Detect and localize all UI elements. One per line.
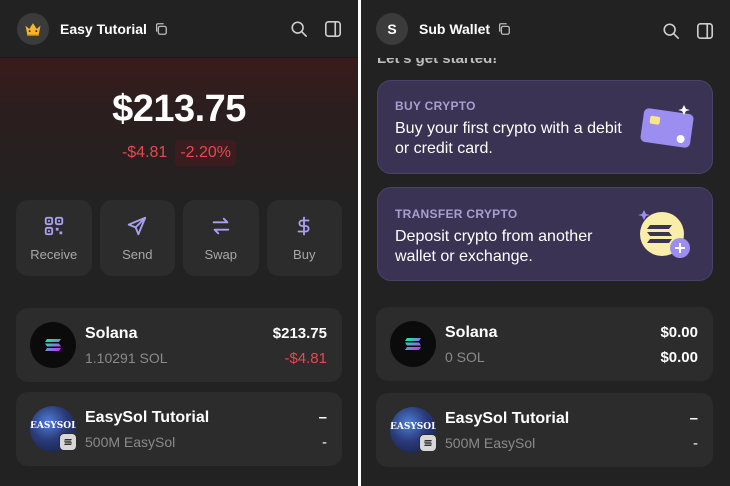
credit-card-icon	[640, 105, 694, 148]
wallet-panel-left: Easy Tutorial $213.75 -$4.81 -2.20% Rece…	[0, 0, 358, 486]
easysol-logo-text: EASYSOL	[30, 421, 76, 431]
send-icon	[128, 216, 147, 235]
promo-label: TRANSFER CRYPTO	[395, 207, 518, 221]
total-balance: $213.75	[112, 88, 246, 130]
balance-glow	[0, 58, 358, 208]
search-icon[interactable]	[290, 20, 308, 38]
token-change: $0.00	[660, 349, 698, 366]
balance-change: -$4.81 -2.20%	[0, 140, 358, 166]
receive-label: Receive	[30, 246, 78, 262]
qr-code-icon	[44, 216, 63, 235]
account-name[interactable]: Easy Tutorial	[60, 21, 147, 37]
token-name: EasySol Tutorial	[445, 410, 570, 427]
token-row-easysol[interactable]: EASYSOL EasySol Tutorial 500M EasySol – …	[16, 392, 342, 466]
solana-badge-icon	[419, 434, 437, 452]
token-change: -	[693, 435, 698, 452]
header: Easy Tutorial	[0, 0, 358, 58]
change-value: -$4.81	[121, 144, 168, 161]
sidebar-toggle-icon[interactable]	[696, 22, 714, 40]
buy-label: Buy	[293, 246, 316, 262]
token-row-solana[interactable]: Solana 0 SOL $0.00 $0.00	[376, 307, 713, 381]
promo-label: BUY CRYPTO	[395, 99, 476, 113]
token-value: –	[318, 409, 327, 426]
token-row-solana[interactable]: Solana 1.10291 SOL $213.75 -$4.81	[16, 308, 342, 382]
copy-icon[interactable]	[154, 22, 168, 36]
sidebar-toggle-icon[interactable]	[324, 20, 342, 38]
token-change: -	[322, 434, 327, 451]
account-avatar[interactable]: S	[376, 13, 408, 45]
token-value: –	[689, 410, 698, 427]
send-label: Send	[122, 246, 153, 262]
token-amount: 1.10291 SOL	[85, 350, 168, 366]
account-avatar[interactable]	[17, 12, 49, 45]
action-bar: Receive Send Swap Buy	[16, 200, 342, 276]
token-change: -$4.81	[284, 350, 327, 367]
swap-icon	[212, 217, 229, 234]
solana-logo-icon	[30, 322, 76, 368]
token-name: Solana	[85, 325, 138, 342]
token-amount: 500M EasySol	[85, 434, 176, 450]
solana-logo-icon	[390, 321, 436, 367]
solana-badge-icon	[59, 433, 77, 451]
buy-button[interactable]: Buy	[266, 200, 342, 276]
token-amount: 0 SOL	[445, 349, 485, 365]
easysol-logo-text: EASYSOL	[390, 422, 436, 432]
promo-description: Buy your first crypto with a debit or cr…	[395, 120, 622, 157]
token-name: EasySol Tutorial	[85, 409, 210, 426]
swap-label: Swap	[204, 246, 238, 262]
crown-icon	[25, 22, 41, 36]
token-row-easysol[interactable]: EASYSOL EasySol Tutorial 500M EasySol – …	[376, 393, 713, 467]
promo-description: Deposit crypto from another wallet or ex…	[395, 228, 593, 265]
copy-icon[interactable]	[497, 22, 511, 36]
receive-button[interactable]: Receive	[16, 200, 92, 276]
dollar-icon	[297, 216, 310, 235]
header: S Sub Wallet	[361, 0, 730, 58]
token-amount: 500M EasySol	[445, 435, 536, 451]
send-button[interactable]: Send	[99, 200, 175, 276]
transfer-crypto-card[interactable]: TRANSFER CRYPTO Deposit crypto from anot…	[377, 187, 713, 281]
token-value: $0.00	[660, 324, 698, 341]
swap-button[interactable]: Swap	[183, 200, 259, 276]
change-percent: -2.20%	[175, 140, 237, 166]
buy-crypto-card[interactable]: BUY CRYPTO Buy your first crypto with a …	[377, 80, 713, 174]
transfer-icon	[638, 210, 690, 258]
token-name: Solana	[445, 324, 498, 341]
token-value: $213.75	[272, 325, 327, 342]
wallet-panel-right: Let's get started! S Sub Wallet BUY CRYP…	[361, 0, 730, 486]
search-icon[interactable]	[662, 22, 680, 40]
account-name[interactable]: Sub Wallet	[419, 21, 490, 37]
